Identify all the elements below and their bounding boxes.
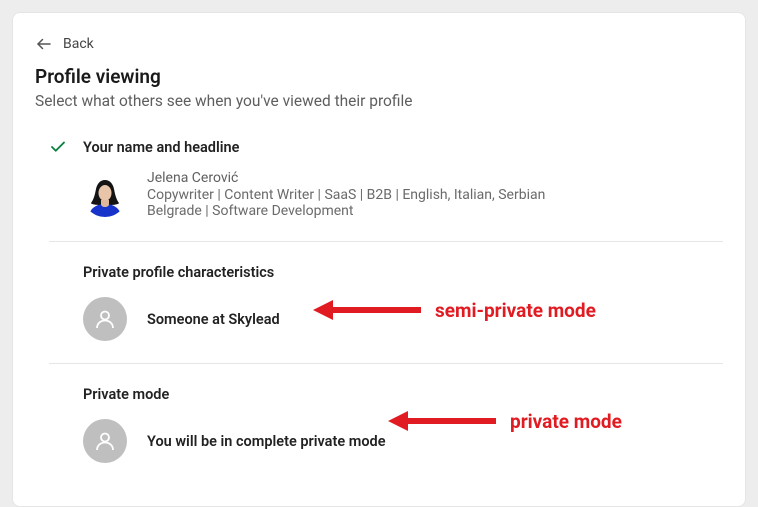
avatar xyxy=(83,173,127,217)
profile-headline: Copywriter | Content Writer | SaaS | B2B… xyxy=(147,187,545,203)
option-your-name[interactable]: Your name and headline Jelena Cerovi xyxy=(49,138,723,241)
option-title: Your name and headline xyxy=(83,139,239,156)
option-title: Private profile characteristics xyxy=(83,264,274,281)
option-desc: Someone at Skylead xyxy=(147,311,280,328)
check-icon xyxy=(49,138,67,156)
profile-subline: Belgrade | Software Development xyxy=(147,203,545,219)
profile-info: Jelena Cerović Copywriter | Content Writ… xyxy=(147,170,545,219)
anonymous-avatar-icon xyxy=(83,297,127,341)
back-label: Back xyxy=(63,36,94,52)
option-semi-private[interactable]: Private profile characteristics Someone … xyxy=(49,242,723,363)
page-title: Profile viewing xyxy=(35,65,723,88)
option-title: Private mode xyxy=(83,386,169,403)
settings-card: Back Profile viewing Select what others … xyxy=(12,12,746,507)
options-list: Your name and headline Jelena Cerovi xyxy=(35,138,723,485)
page-subtitle: Select what others see when you've viewe… xyxy=(35,92,723,110)
arrow-left-icon xyxy=(35,35,53,53)
profile-name: Jelena Cerović xyxy=(147,170,545,186)
option-desc: You will be in complete private mode xyxy=(147,433,386,450)
anonymous-avatar-icon xyxy=(83,419,127,463)
option-private[interactable]: Private mode You will be in complete pri… xyxy=(49,364,723,485)
back-button[interactable]: Back xyxy=(35,35,723,53)
